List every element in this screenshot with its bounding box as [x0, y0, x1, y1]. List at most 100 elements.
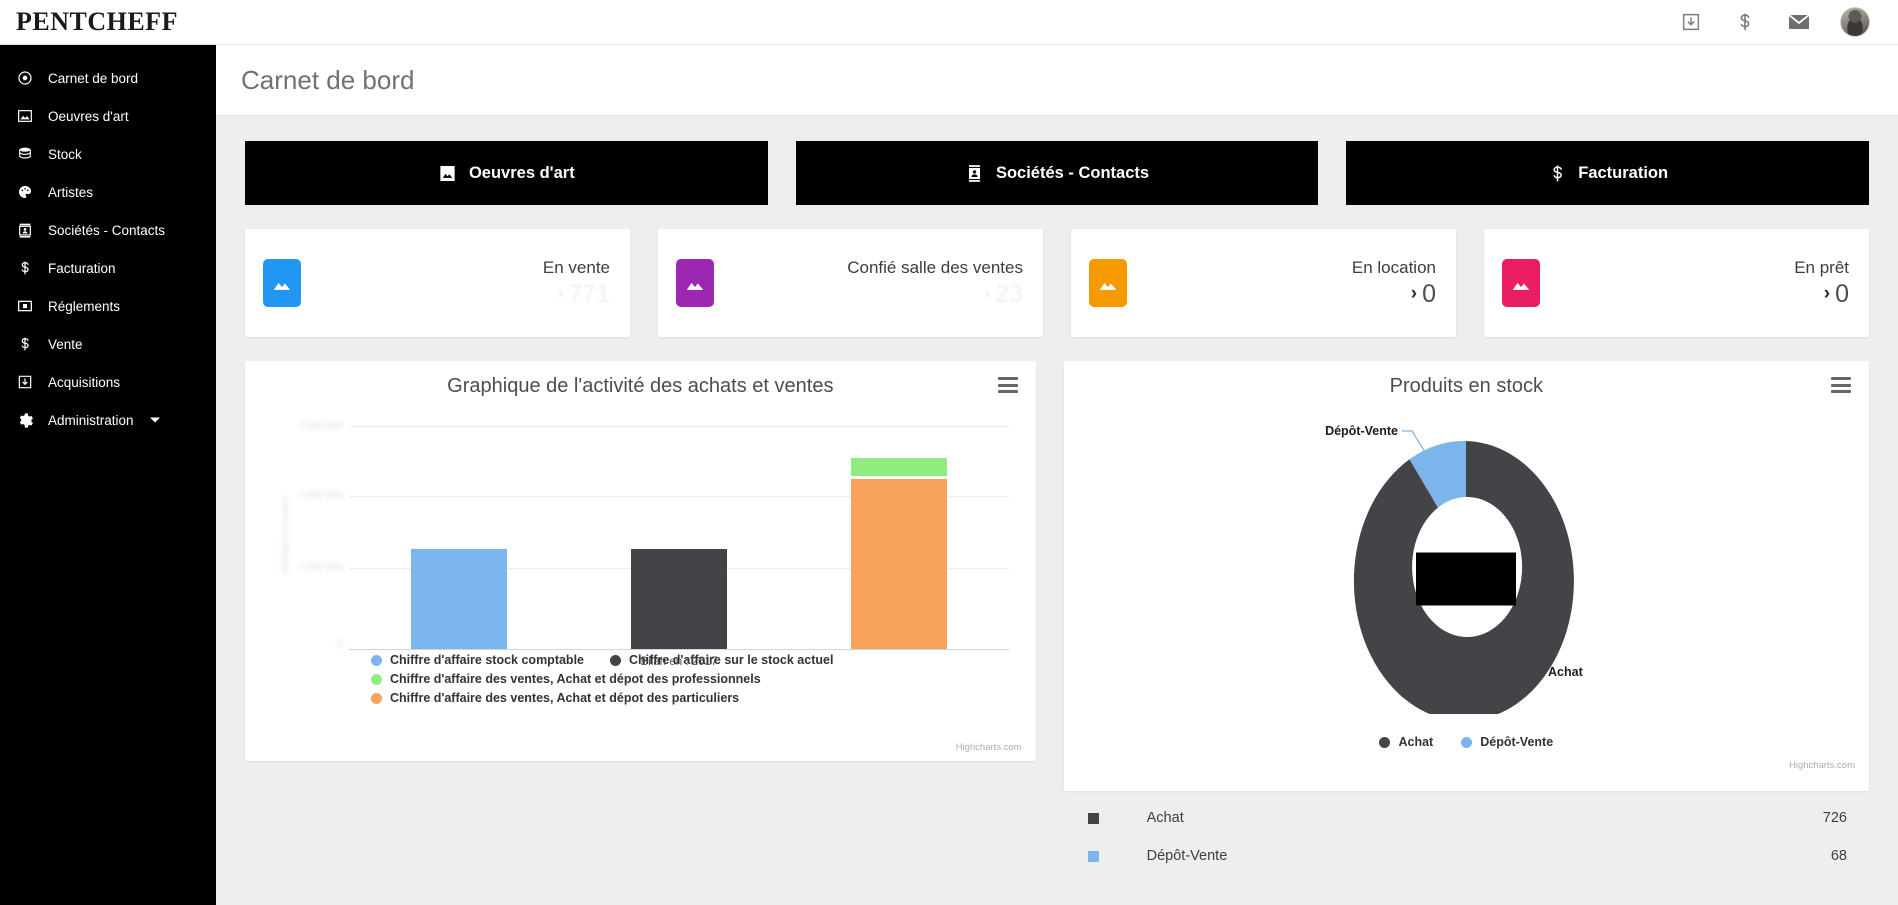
stat-card-value-group: › 0 [1824, 280, 1849, 309]
gear-icon [14, 410, 36, 430]
sidebar-item-reglements[interactable]: Réglements [0, 287, 216, 325]
stat-card-en-pret[interactable]: En prêt › 0 [1484, 229, 1869, 337]
bar-ventes[interactable] [851, 458, 947, 649]
stat-card-value-group: › 0 [1411, 280, 1436, 309]
table-row[interactable]: Achat 726 [1064, 799, 1869, 837]
stat-card-row: En vente › 771 Confié salle des ventes ›… [245, 229, 1869, 337]
donut-chart-menu-icon[interactable] [1831, 377, 1851, 393]
legend-label: Dépôt-Vente [1480, 735, 1554, 749]
stat-card-en-location[interactable]: En location › 0 [1071, 229, 1456, 337]
stat-card-value: 0 [1835, 279, 1849, 308]
action-button-label: Sociétés - Contacts [995, 163, 1150, 182]
picture-icon [14, 106, 36, 126]
dollar-icon [14, 258, 36, 278]
main-content: Carnet de bord Oeuvres d'art Sociétés - … [216, 45, 1898, 905]
legend-color-dot [1461, 736, 1473, 748]
top-bar: PENTCHEFF [0, 0, 1898, 45]
stock-summary-table: Achat 726 Dépôt-Vente 68 [1064, 799, 1869, 875]
brand-logo[interactable]: PENTCHEFF [0, 0, 216, 45]
bar-segment [411, 549, 507, 649]
chevron-right-icon: › [1823, 283, 1831, 304]
sidebar-item-acquisitions[interactable]: Acquisitions [0, 363, 216, 401]
highcharts-credit[interactable]: Highcharts.com [1789, 760, 1855, 771]
avatar[interactable] [1840, 7, 1870, 37]
sidebar-item-administration[interactable]: Administration [0, 401, 216, 439]
stat-card-value: 0 [1422, 279, 1436, 308]
stat-card-label: En vente [542, 257, 610, 277]
sidebar-item-label: Facturation [48, 260, 116, 276]
quick-action-row: Oeuvres d'art Sociétés - Contacts Factur… [245, 141, 1870, 205]
app-root: PENTCHEFF Carnet de bord Oeuvres d'art S… [0, 0, 1898, 905]
legend-item-particuliers[interactable]: Chiffre d'affaire des ventes, Achat et d… [371, 691, 739, 705]
picture-icon [1089, 259, 1127, 307]
bar-chart-menu-icon[interactable] [997, 377, 1018, 393]
stat-card-value: 771 [568, 279, 610, 308]
y-axis-tick: 0 [337, 638, 343, 650]
sidebar-item-artistes[interactable]: Artistes [0, 173, 216, 211]
bar-chart-plot-area [349, 420, 1009, 650]
page-title: Carnet de bord [241, 64, 415, 95]
y-axis-tick: 4 000 000 [298, 420, 344, 432]
bar-segment-professionnels [851, 458, 947, 476]
sidebar-item-oeuvres-dart[interactable]: Oeuvres d'art [0, 97, 216, 135]
donut-callout-line-depot-vente [1402, 430, 1426, 453]
chevron-down-icon[interactable] [150, 417, 160, 423]
stat-card-en-vente[interactable]: En vente › 771 [245, 229, 630, 337]
row-label: Dépôt-Vente [1146, 848, 1228, 864]
activity-bar-chart-panel: Graphique de l'activité des achats et ve… [245, 361, 1036, 761]
picture-icon [263, 259, 301, 307]
legend-label: Chiffre d'affaire des ventes, Achat et d… [390, 691, 740, 705]
highcharts-credit[interactable]: Highcharts.com [956, 742, 1022, 753]
bar-stock-comptable[interactable] [411, 549, 507, 649]
sidebar-item-label: Artistes [48, 184, 94, 200]
sidebar-item-vente[interactable]: Vente [0, 325, 216, 363]
money-box-icon [14, 296, 36, 316]
stat-card-label: En location [1351, 257, 1436, 277]
row-color-swatch [1087, 812, 1099, 824]
bar-stock-actuel[interactable] [631, 549, 727, 649]
bar-chart-legend: Chiffre d'affaire stock comptable Chiffr… [245, 653, 1036, 705]
dollar-icon[interactable] [1732, 9, 1758, 35]
sidebar-item-label: Sociétés - Contacts [48, 222, 166, 238]
bar-slot [349, 419, 569, 649]
legend-line: Chiffre d'affaire des ventes, Achat et d… [371, 672, 1036, 686]
sidebar-item-facturation[interactable]: Facturation [0, 249, 216, 287]
stat-card-confie-salle-des-ventes[interactable]: Confié salle des ventes › 23 [658, 229, 1043, 337]
bar-slot [789, 419, 1009, 649]
action-button-societes-contacts[interactable]: Sociétés - Contacts [795, 141, 1319, 205]
table-row[interactable]: Dépôt-Vente 68 [1064, 837, 1869, 875]
bar-segment-particuliers [851, 479, 947, 649]
stock-donut-panel: Produits en stock Dépôt-Vente Achat Acha… [1063, 361, 1869, 864]
stat-card-label: En prêt [1794, 257, 1849, 277]
bar-chart-plot: Montant en euros 4 000 000 3 000 000 2 0… [245, 420, 1036, 668]
action-button-oeuvres-dart[interactable]: Oeuvres d'art [245, 141, 768, 205]
legend-item-stock-comptable[interactable]: Chiffre d'affaire stock comptable [371, 653, 584, 667]
stat-card-text: Confié salle des ventes › 23 [714, 258, 1023, 309]
sidebar-item-label: Vente [48, 336, 83, 352]
dollar-icon [14, 334, 36, 354]
palette-icon [14, 182, 36, 202]
mail-icon[interactable] [1786, 9, 1812, 35]
stat-card-text: En prêt › 0 [1540, 258, 1849, 309]
sidebar-item-stock[interactable]: Stock [0, 135, 216, 173]
legend-item-stock-actuel[interactable]: Chiffre d'affaire sur le stock actuel [610, 653, 833, 667]
dollar-icon [1547, 163, 1567, 183]
legend-item-depot-vente[interactable]: Dépôt-Vente [1461, 735, 1553, 749]
row-value: 726 [1822, 810, 1847, 826]
acquisitions-icon[interactable] [1678, 9, 1704, 35]
picture-icon [438, 163, 458, 183]
legend-item-professionnels[interactable]: Chiffre d'affaire des ventes, Achat et d… [371, 672, 761, 686]
sidebar-item-label: Acquisitions [48, 374, 121, 390]
action-button-facturation[interactable]: Facturation [1346, 141, 1870, 205]
donut-chart-title: Produits en stock [1389, 375, 1544, 397]
database-icon [14, 144, 36, 164]
page-header: Carnet de bord [216, 45, 1898, 116]
sidebar-item-societes-contacts[interactable]: Sociétés - Contacts [0, 211, 216, 249]
donut-chart-area: Dépôt-Vente Achat Achat Dépôt-Vente High… [1064, 402, 1869, 864]
legend-color-dot [610, 654, 621, 666]
action-button-label: Oeuvres d'art [468, 163, 575, 182]
chevron-right-icon: › [983, 283, 991, 304]
row-value: 68 [1830, 848, 1847, 864]
legend-item-achat[interactable]: Achat [1379, 735, 1433, 749]
sidebar-item-carnet-de-bord[interactable]: Carnet de bord [0, 59, 216, 97]
